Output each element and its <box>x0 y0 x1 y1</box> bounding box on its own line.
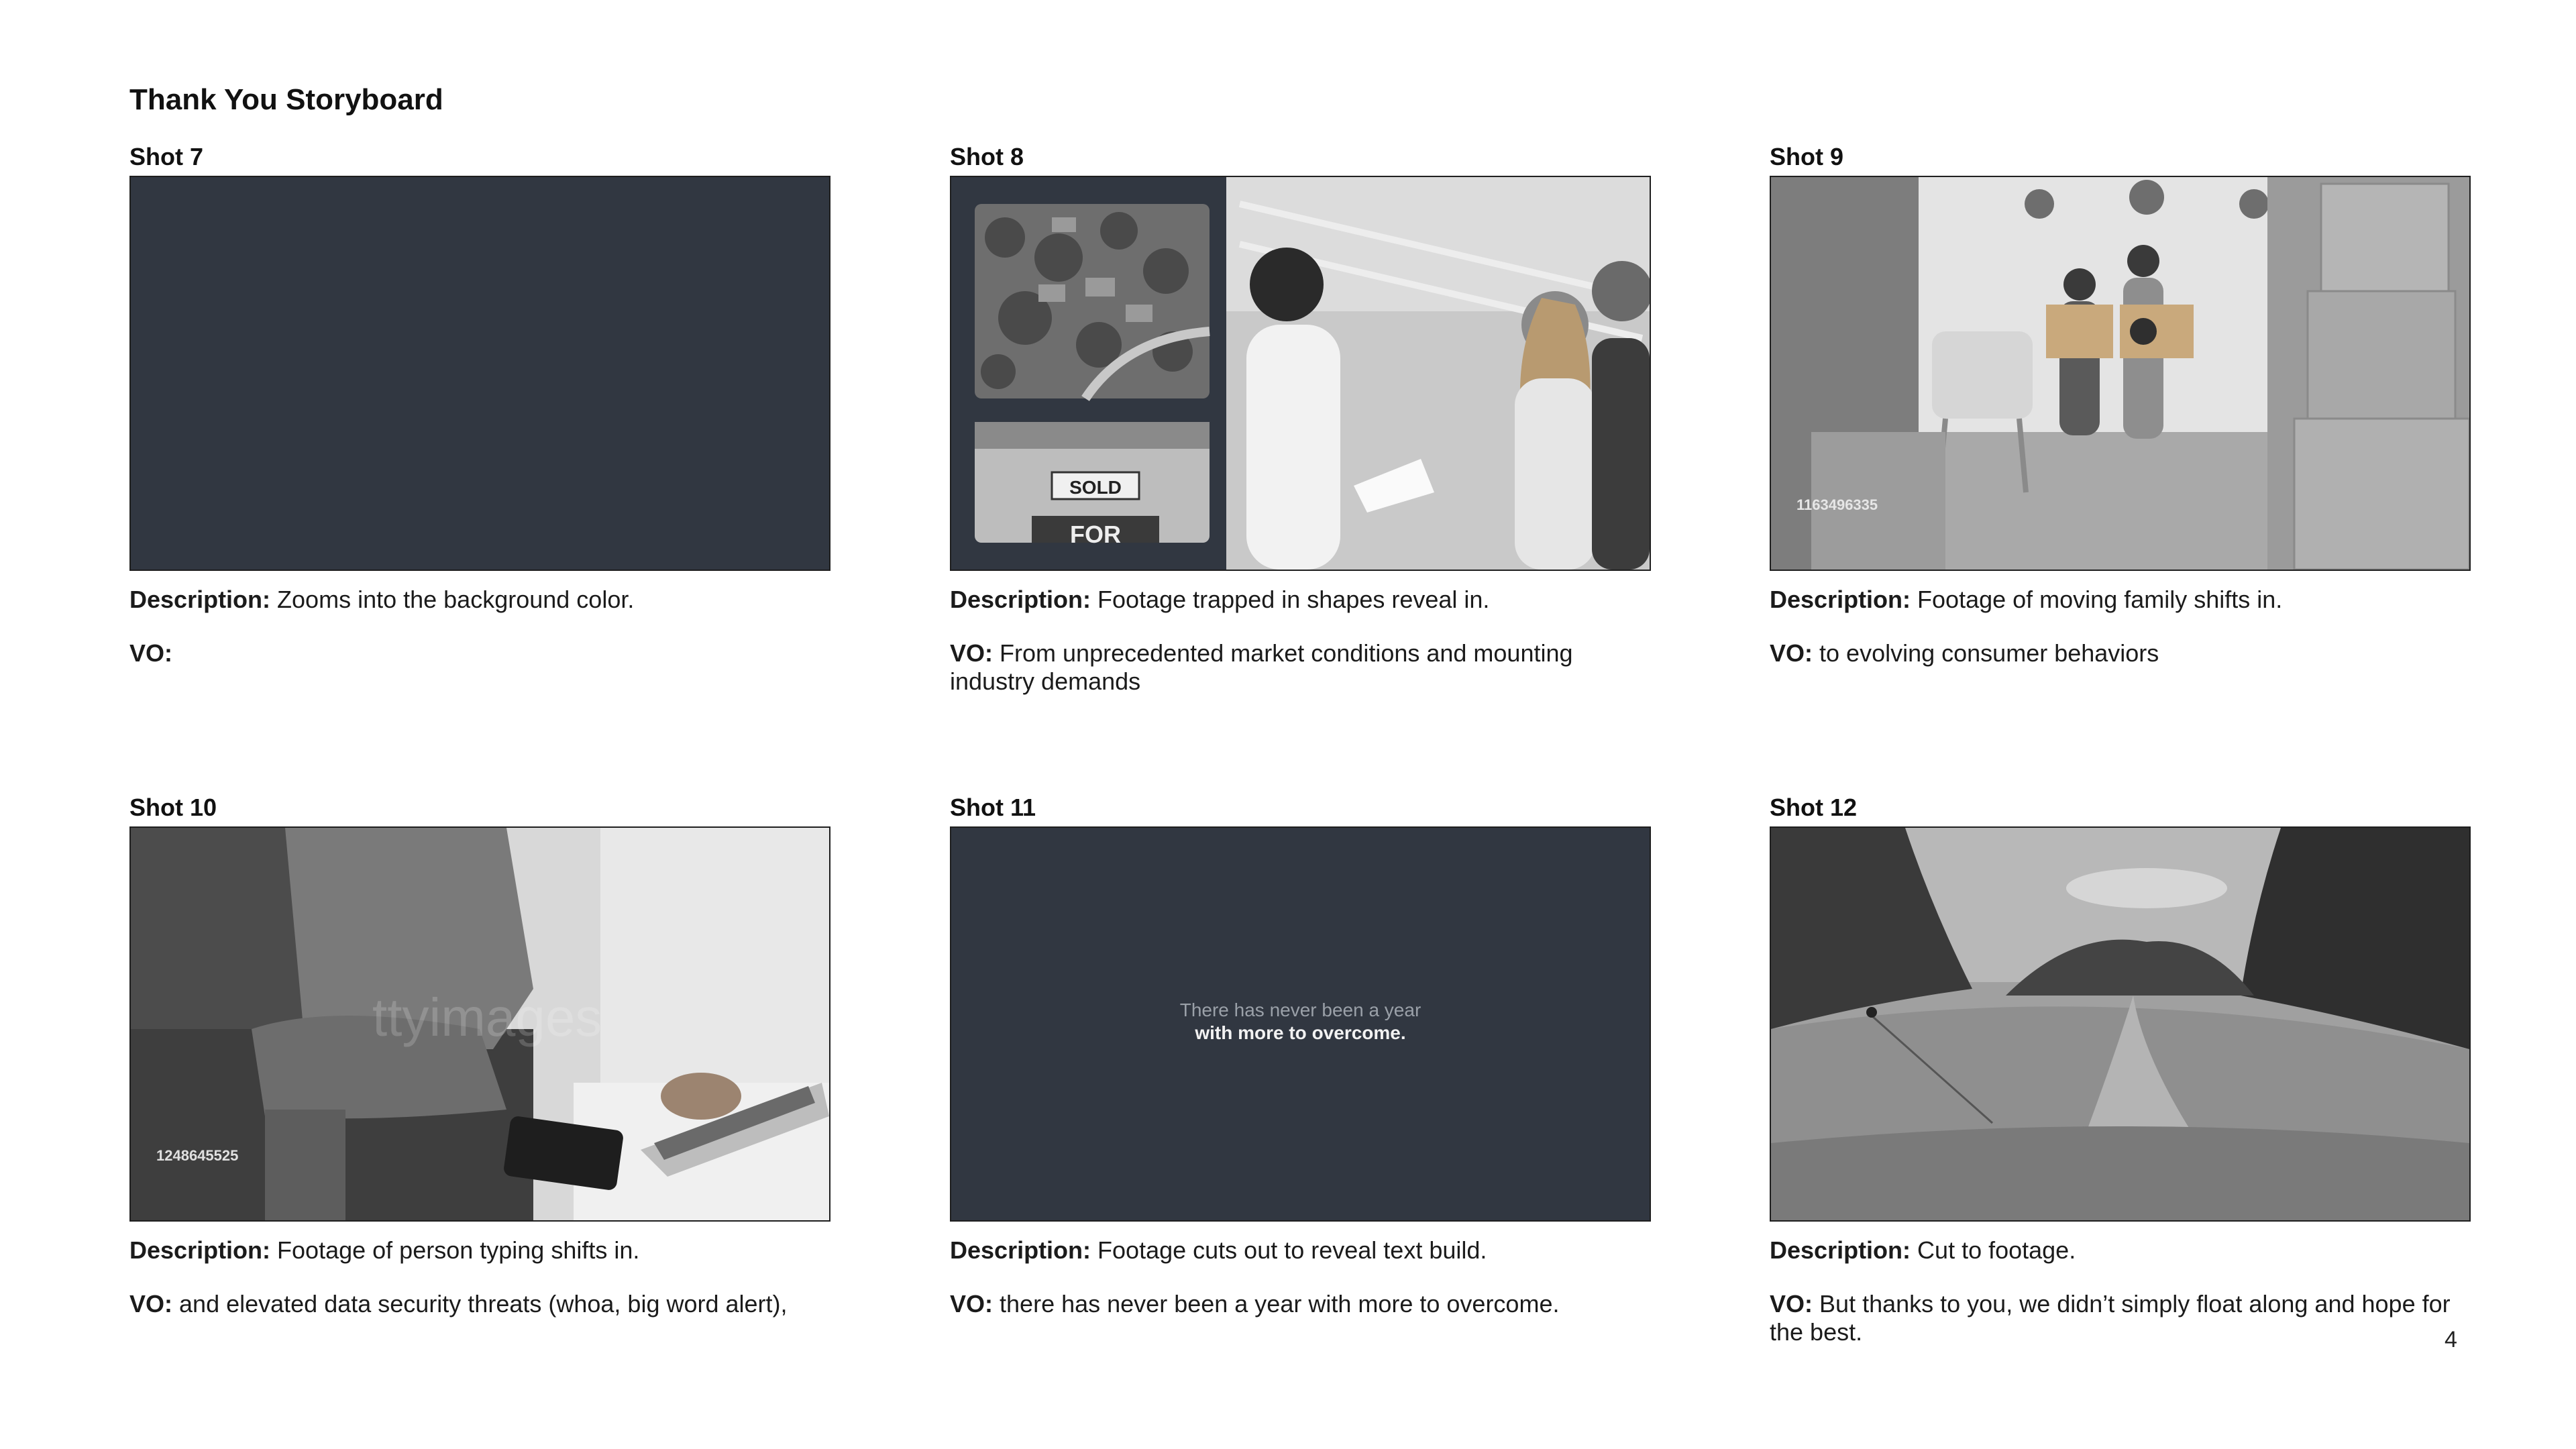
shot-10: Shot 10 ttyimages 1248645525 Description… <box>129 793 830 1318</box>
shot-frame <box>129 176 830 571</box>
shot-label: Shot 10 <box>129 794 217 821</box>
shot-voiceover: VO: to evolving consumer behaviors <box>1770 639 2159 667</box>
shot-voiceover: VO: there has never been a year with mor… <box>950 1290 1560 1318</box>
shot-description: Description: Footage of person typing sh… <box>129 1236 640 1264</box>
shot-voiceover: VO: From unprecedented market conditions… <box>950 639 1573 695</box>
shot-12: Shot 12 Description: Cut to footage. VO:… <box>1770 793 2471 1346</box>
shot-frame: SOLD FOR <box>950 176 1651 571</box>
shot-description: Description: Cut to footage. <box>1770 1236 2076 1264</box>
shot-11: Shot 11 There has never been a year with… <box>950 793 1651 1318</box>
shot-8: Shot 8 SOLD FOR Description: Footage tra… <box>950 142 1651 696</box>
shot-voiceover: VO: <box>129 639 173 667</box>
shot-description: Description: Footage cuts out to reveal … <box>950 1236 1487 1264</box>
shot-description: Description: Zooms into the background c… <box>129 586 635 613</box>
shot-7: Shot 7 Description: Zooms into the backg… <box>129 142 830 667</box>
slide-text: There has never been a year with more to… <box>951 999 1650 1044</box>
shot-9: Shot 9 1163496335 Description: Footage o… <box>1770 142 2471 667</box>
shot-9-footage: 1163496335 <box>1771 177 2469 570</box>
svg-text:1248645525: 1248645525 <box>156 1147 238 1164</box>
shot-label: Shot 12 <box>1770 794 1858 821</box>
shot-label: Shot 7 <box>129 143 204 170</box>
shot-frame: There has never been a year with more to… <box>950 826 1651 1222</box>
shot-label: Shot 9 <box>1770 143 1844 170</box>
slide-line-1: There has never been a year <box>1179 1000 1421 1020</box>
shot-voiceover: VO: But thanks to you, we didn’t simply … <box>1770 1290 2451 1346</box>
shot-label: Shot 11 <box>950 794 1036 821</box>
page-number: 4 <box>2445 1327 2457 1352</box>
shot-frame: ttyimages 1248645525 <box>129 826 830 1222</box>
shot-frame: 1163496335 <box>1770 176 2471 571</box>
svg-text:FOR: FOR <box>1070 521 1121 548</box>
shot-description: Description: Footage of moving family sh… <box>1770 586 2283 613</box>
svg-text:SOLD: SOLD <box>1069 477 1122 498</box>
shot-label: Shot 8 <box>950 143 1024 170</box>
slide-line-2: with more to overcome. <box>1195 1022 1406 1043</box>
svg-text:ttyimages: ttyimages <box>372 987 602 1047</box>
svg-text:1163496335: 1163496335 <box>1796 496 1878 513</box>
shot-8-footage: SOLD FOR <box>951 177 1650 570</box>
shot-12-footage <box>1771 828 2469 1220</box>
shot-frame <box>1770 826 2471 1222</box>
shot-10-footage: ttyimages 1248645525 <box>131 828 829 1220</box>
page-title: Thank You Storyboard <box>129 83 443 116</box>
shot-voiceover: VO: and elevated data security threats (… <box>129 1290 788 1318</box>
shot-description: Description: Footage trapped in shapes r… <box>950 586 1490 613</box>
